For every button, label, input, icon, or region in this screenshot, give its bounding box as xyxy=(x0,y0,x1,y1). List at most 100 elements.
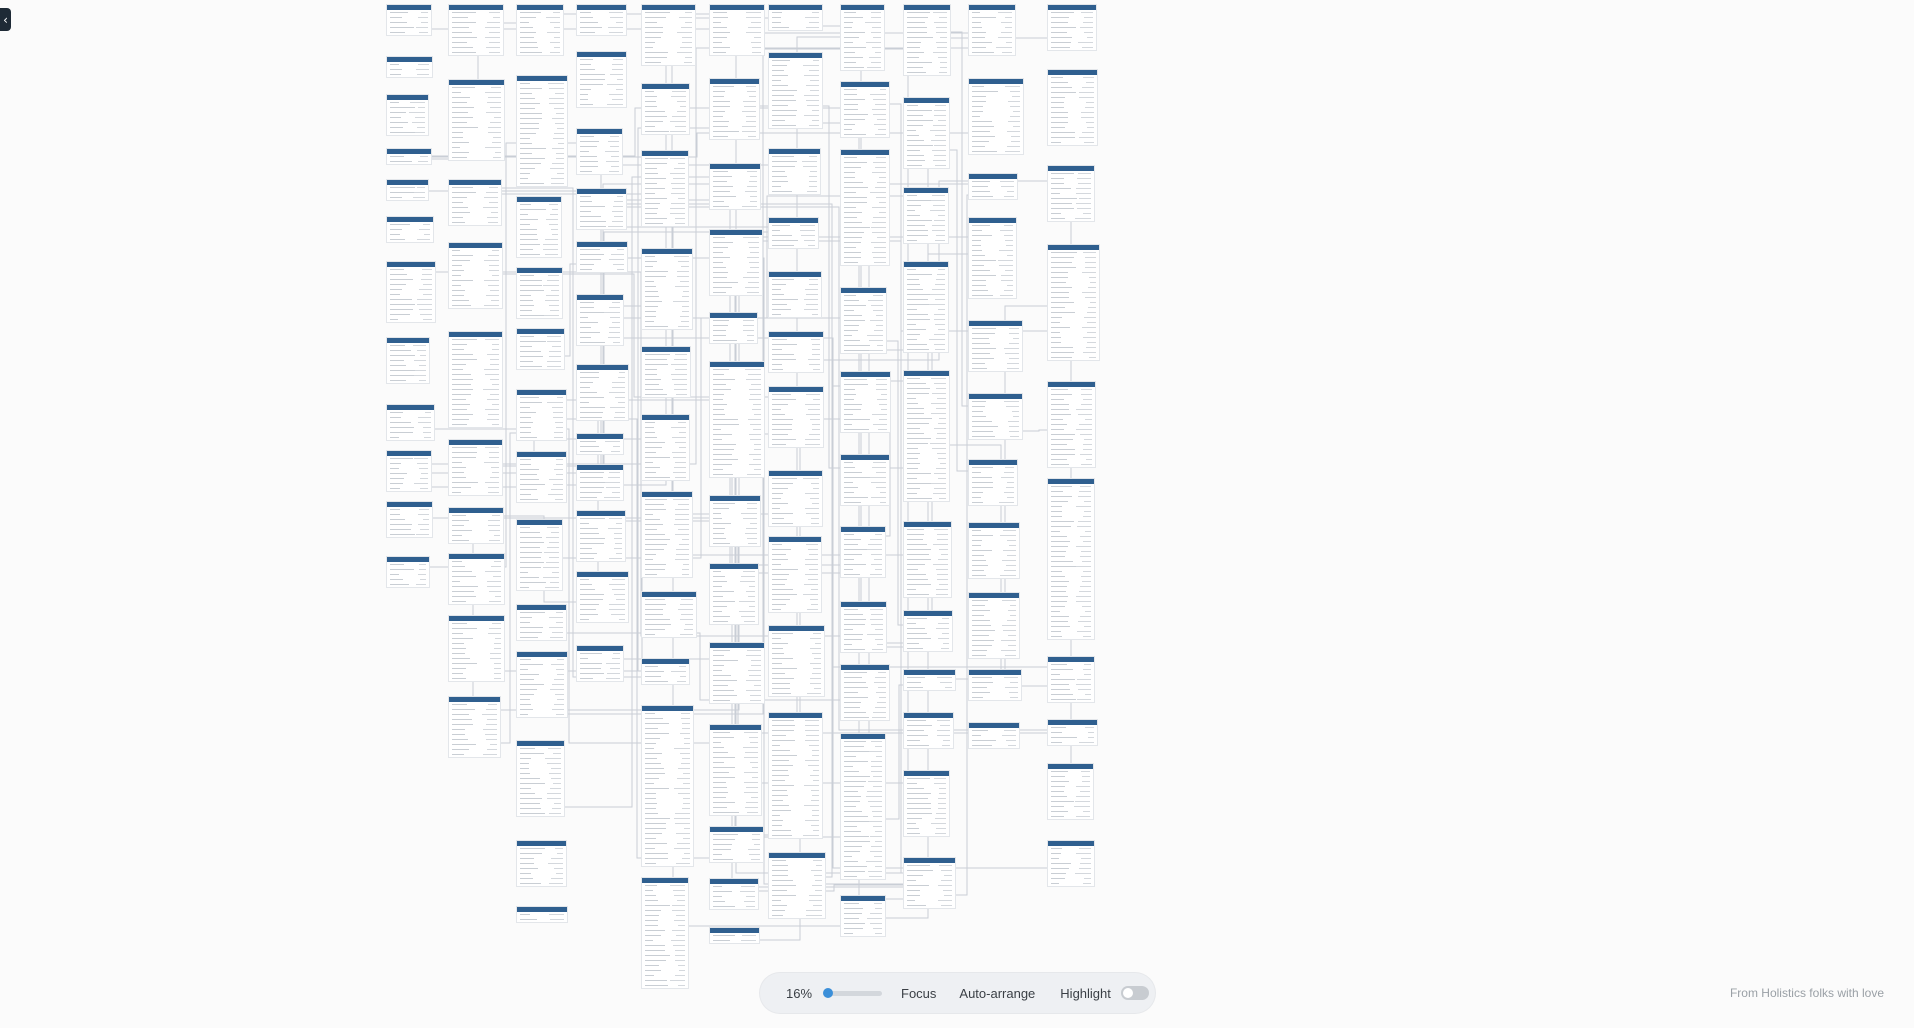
erd-table[interactable] xyxy=(840,601,887,653)
erd-table[interactable] xyxy=(840,733,886,880)
erd-table[interactable] xyxy=(1047,244,1100,361)
erd-table[interactable] xyxy=(1047,840,1095,887)
erd-table[interactable] xyxy=(576,4,627,36)
erd-table[interactable] xyxy=(840,526,886,578)
erd-table[interactable] xyxy=(448,331,503,428)
erd-table[interactable] xyxy=(448,615,505,682)
erd-table[interactable] xyxy=(709,163,761,210)
erd-table[interactable] xyxy=(709,927,760,944)
erd-table[interactable] xyxy=(516,519,563,591)
erd-table[interactable] xyxy=(641,877,689,989)
erd-table[interactable] xyxy=(386,450,432,492)
erd-table[interactable] xyxy=(968,522,1020,579)
erd-table[interactable] xyxy=(709,78,760,140)
erd-table[interactable] xyxy=(516,267,563,319)
erd-table[interactable] xyxy=(448,439,503,496)
erd-table[interactable] xyxy=(641,83,690,135)
erd-table[interactable] xyxy=(386,148,432,165)
erd-table[interactable] xyxy=(448,507,504,544)
erd-table[interactable] xyxy=(903,669,956,691)
erd-table[interactable] xyxy=(903,261,949,353)
erd-table[interactable] xyxy=(641,658,690,685)
erd-table[interactable] xyxy=(386,179,429,201)
erd-table[interactable] xyxy=(1047,763,1094,820)
erd-table[interactable] xyxy=(768,52,823,129)
erd-table[interactable] xyxy=(840,149,890,266)
erd-table[interactable] xyxy=(516,196,562,258)
erd-table[interactable] xyxy=(968,592,1020,659)
erd-table[interactable] xyxy=(903,4,951,76)
erd-table[interactable] xyxy=(768,4,823,31)
erd-table[interactable] xyxy=(840,454,890,506)
erd-table[interactable] xyxy=(840,371,891,433)
erd-table[interactable] xyxy=(903,521,952,598)
erd-table[interactable] xyxy=(903,770,950,837)
erd-table[interactable] xyxy=(768,148,821,195)
erd-table[interactable] xyxy=(641,346,691,398)
erd-table[interactable] xyxy=(903,610,953,652)
erd-table[interactable] xyxy=(641,705,694,867)
erd-table[interactable] xyxy=(448,79,505,161)
erd-table[interactable] xyxy=(768,536,822,613)
erd-table[interactable] xyxy=(576,364,629,421)
erd-table[interactable] xyxy=(386,404,435,441)
erd-table[interactable] xyxy=(386,556,430,588)
erd-table[interactable] xyxy=(709,878,759,910)
erd-table[interactable] xyxy=(576,510,626,562)
erd-table[interactable] xyxy=(641,4,696,66)
erd-table[interactable] xyxy=(968,217,1017,299)
erd-table[interactable] xyxy=(903,712,954,749)
erd-table[interactable] xyxy=(386,261,436,323)
erd-table[interactable] xyxy=(709,361,765,478)
erd-table[interactable] xyxy=(1047,478,1095,640)
erd-table[interactable] xyxy=(968,722,1020,749)
erd-table[interactable] xyxy=(448,4,504,56)
erd-table[interactable] xyxy=(516,4,564,56)
erd-table[interactable] xyxy=(840,664,890,721)
erd-table[interactable] xyxy=(968,393,1023,440)
erd-table[interactable] xyxy=(709,563,759,625)
erd-table[interactable] xyxy=(840,287,887,354)
erd-table[interactable] xyxy=(1047,381,1096,468)
erd-table[interactable] xyxy=(903,97,950,169)
erd-table[interactable] xyxy=(1047,4,1097,51)
erd-table[interactable] xyxy=(386,56,433,78)
erd-table[interactable] xyxy=(576,128,623,175)
erd-table[interactable] xyxy=(516,389,567,441)
erd-table[interactable] xyxy=(709,312,758,344)
erd-table[interactable] xyxy=(516,328,565,370)
erd-table[interactable] xyxy=(576,51,627,108)
erd-table[interactable] xyxy=(768,470,823,527)
erd-table[interactable] xyxy=(968,320,1023,372)
erd-table[interactable] xyxy=(516,906,568,923)
erd-table[interactable] xyxy=(516,740,565,817)
erd-table[interactable] xyxy=(968,669,1022,701)
highlight-toggle[interactable] xyxy=(1120,986,1149,1000)
erd-table[interactable] xyxy=(1047,719,1098,746)
erd-table[interactable] xyxy=(1047,656,1095,703)
erd-table[interactable] xyxy=(709,642,765,704)
erd-table[interactable] xyxy=(641,248,693,330)
erd-table[interactable] xyxy=(968,78,1024,155)
zoom-slider-handle[interactable] xyxy=(822,988,833,998)
erd-table[interactable] xyxy=(516,75,568,187)
erd-table[interactable] xyxy=(576,645,624,682)
erd-table[interactable] xyxy=(1047,69,1098,146)
erd-table[interactable] xyxy=(968,173,1018,200)
erd-table[interactable] xyxy=(516,451,567,503)
erd-table[interactable] xyxy=(386,94,429,136)
erd-table[interactable] xyxy=(641,414,690,481)
erd-table[interactable] xyxy=(386,4,432,36)
erd-table[interactable] xyxy=(576,241,628,273)
erd-table[interactable] xyxy=(768,852,826,919)
erd-table[interactable] xyxy=(709,4,765,56)
diagram-canvas[interactable] xyxy=(0,0,1914,1028)
erd-table[interactable] xyxy=(386,337,430,384)
erd-table[interactable] xyxy=(576,464,624,501)
erd-table[interactable] xyxy=(768,217,819,249)
erd-table[interactable] xyxy=(840,4,885,71)
erd-table[interactable] xyxy=(448,696,501,758)
zoom-slider[interactable] xyxy=(822,988,882,998)
erd-table[interactable] xyxy=(709,826,764,863)
erd-table[interactable] xyxy=(641,591,697,638)
